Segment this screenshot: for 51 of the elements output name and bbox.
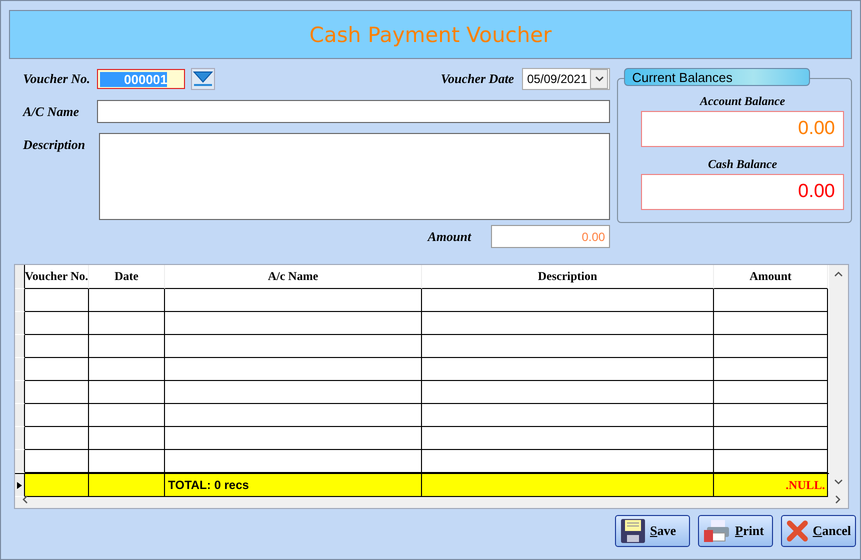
field-label: Voucher No. xyxy=(23,71,89,87)
balance-label: Cash Balance xyxy=(707,157,778,173)
dropdown-button[interactable] xyxy=(191,68,215,90)
field-label: Description xyxy=(23,137,86,153)
row-header[interactable] xyxy=(15,450,25,473)
row-header[interactable] xyxy=(15,289,25,312)
scroll-up-icon[interactable] xyxy=(834,271,843,277)
table-cell xyxy=(25,358,89,381)
row-header[interactable] xyxy=(15,312,25,335)
table-cell xyxy=(25,404,89,427)
printer-icon xyxy=(703,518,731,544)
row-header[interactable] xyxy=(15,404,25,427)
column-header[interactable]: A/c Name xyxy=(165,265,422,289)
balance-field: 0.00 xyxy=(641,174,844,210)
scroll-right-icon[interactable] xyxy=(835,495,841,504)
total-label: TOTAL: 0 recs xyxy=(167,478,249,492)
cancel-button[interactable]: Cancel xyxy=(781,515,856,547)
row-header[interactable] xyxy=(15,474,25,497)
table-cell xyxy=(25,289,89,312)
chevron-down-icon xyxy=(192,70,214,88)
account-name-field[interactable] xyxy=(97,100,610,123)
print-button[interactable]: Print xyxy=(698,515,773,547)
balance-field: 0.00 xyxy=(641,111,844,147)
balance-label: Account Balance xyxy=(698,94,786,110)
row-header xyxy=(15,265,25,289)
column-header[interactable]: Date xyxy=(89,265,165,289)
table-cell xyxy=(25,427,89,450)
description-field[interactable] xyxy=(99,133,610,220)
save-button[interactable]: Save xyxy=(615,515,690,547)
field-label: Voucher Date xyxy=(440,71,514,87)
scroll-down-icon[interactable] xyxy=(834,479,843,485)
date-picker[interactable]: 05/09/2021 xyxy=(522,68,610,90)
group-title: Current Balances xyxy=(624,68,810,86)
cross-icon xyxy=(786,518,809,544)
table-cell xyxy=(25,335,89,358)
field-label: Amount xyxy=(428,228,472,244)
row-pointer-icon xyxy=(17,482,22,488)
field-label: A/C Name xyxy=(23,104,80,120)
total-amount: .NULL. xyxy=(786,478,826,492)
scroll-left-icon[interactable] xyxy=(22,495,28,504)
column-header[interactable]: Voucher No. xyxy=(25,265,89,289)
table-cell xyxy=(25,312,89,335)
row-header[interactable] xyxy=(15,427,25,450)
column-header[interactable]: Amount xyxy=(714,265,828,289)
table-cell xyxy=(25,381,89,404)
window-title: Cash Payment Voucher xyxy=(309,22,552,46)
vertical-scrollbar[interactable] xyxy=(829,265,848,491)
row-header[interactable] xyxy=(15,335,25,358)
row-header[interactable] xyxy=(15,358,25,381)
row-header[interactable] xyxy=(15,381,25,404)
column-header[interactable]: Description xyxy=(422,265,714,289)
